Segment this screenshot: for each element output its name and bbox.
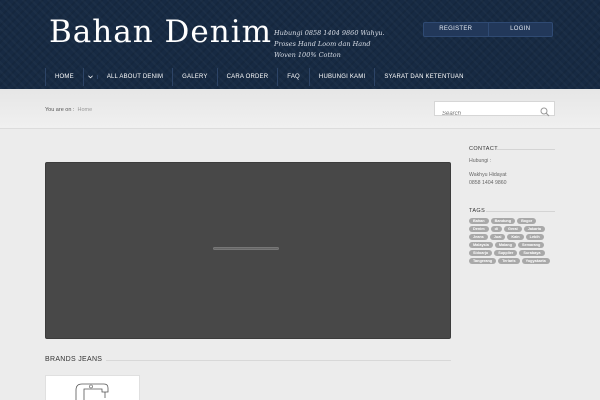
tag-link[interactable]: Supplier (494, 250, 518, 256)
tag-link[interactable]: Kain (507, 234, 524, 240)
contact-label: Hubungi : (469, 158, 492, 164)
tag-link[interactable]: Gerai (503, 226, 522, 232)
nav-item-home[interactable]: HOME (45, 68, 84, 86)
tag-link[interactable]: Malang (494, 242, 516, 248)
tag-link[interactable]: Jeans (469, 234, 488, 240)
search-box (434, 101, 555, 121)
breadcrumb-prefix: You are on : (45, 107, 75, 113)
register-button[interactable]: REGISTER (424, 23, 488, 36)
tag-link[interactable]: Bahan (469, 218, 489, 224)
tag-link[interactable]: Bandung (490, 218, 516, 224)
brands-divider (106, 360, 451, 361)
contact-phone: 0858 1404 9860 (469, 180, 507, 186)
tag-link[interactable]: Malaysia (469, 242, 493, 248)
breadcrumb: You are on : Home (45, 107, 92, 113)
tag-link[interactable]: di (490, 226, 502, 232)
tag-link[interactable]: Jakarta (523, 226, 546, 232)
nav-item-hubungi-kami[interactable]: HUBUNGI KAMI (310, 68, 376, 86)
site-logo[interactable]: Bahan Denim (49, 14, 272, 50)
search-icon[interactable] (540, 104, 550, 117)
main-nav: HOME ALL ABOUT DENIM GALERY CARA ORDER F… (45, 68, 473, 86)
site-header: Bahan Denim Hubungi 0858 1404 9860 Wahyu… (0, 0, 600, 89)
auth-buttons: REGISTER LOGIN (423, 22, 553, 37)
tag-link[interactable]: Lebih (525, 234, 544, 240)
breadcrumb-home-link[interactable]: Home (77, 107, 92, 113)
tag-link[interactable]: Sidoarjo (469, 250, 493, 256)
brand-thumbnail[interactable] (45, 375, 140, 400)
tag-link[interactable]: Jual (489, 234, 506, 240)
tag-link[interactable]: Terlaris (498, 258, 520, 264)
nav-item-cara-order[interactable]: CARA ORDER (218, 68, 279, 86)
chevron-down-icon[interactable] (84, 75, 98, 79)
nav-item-galery[interactable]: GALERY (173, 68, 218, 86)
login-button[interactable]: LOGIN (487, 23, 553, 36)
search-input[interactable] (435, 107, 535, 121)
site-tagline: Hubungi 0858 1404 9860 Wahyu. Proses Han… (274, 29, 385, 59)
tag-cloud: Bahan Bandung Bogor Denim di Gerai Jakarta Jean… (469, 218, 555, 264)
nav-item-syarat-dan-ketentuan[interactable]: SYARAT DAN KETENTUAN (375, 68, 472, 86)
tag-link[interactable]: Denim (469, 226, 489, 232)
contact-name: Wakhyu Hidayat (469, 172, 507, 178)
brands-heading: BRANDS JEANS (45, 356, 103, 363)
contact-heading: CONTACT (469, 146, 498, 152)
tags-heading: TAGS (469, 208, 486, 214)
tag-link[interactable]: Yogyakarta (521, 258, 550, 264)
contact-divider (496, 149, 555, 150)
tag-link[interactable]: Tangerang (469, 258, 497, 264)
nav-item-faq[interactable]: FAQ (278, 68, 310, 86)
tag-link[interactable]: Surabaya (519, 250, 545, 256)
sewing-machine-icon (75, 383, 109, 400)
tag-link[interactable]: Bogor (517, 218, 537, 224)
loading-bar (213, 247, 279, 250)
tag-link[interactable]: Semarang (517, 242, 545, 248)
tags-divider (486, 211, 555, 212)
nav-item-all-about-denim[interactable]: ALL ABOUT DENIM (98, 68, 174, 86)
image-slider[interactable] (45, 162, 451, 339)
